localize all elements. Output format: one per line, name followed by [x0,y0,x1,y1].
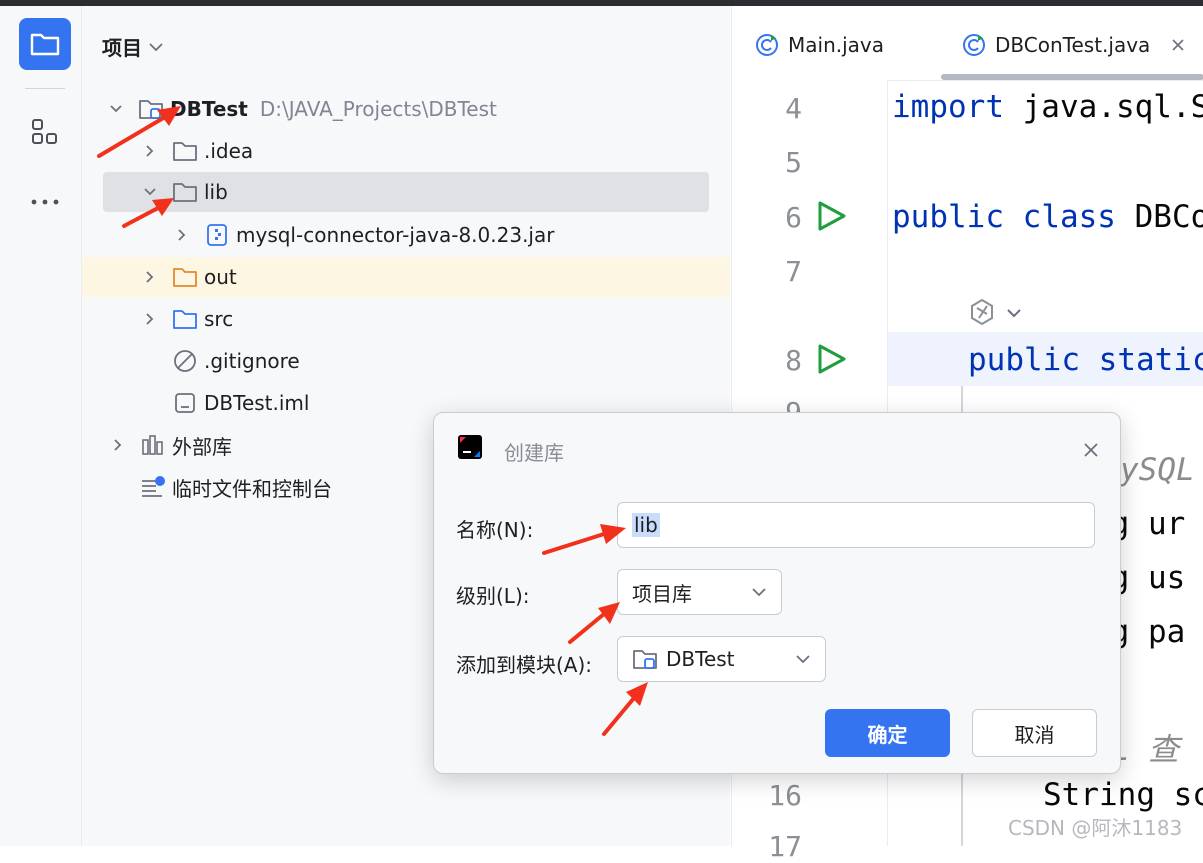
tree-item-label: mysql-connector-java-8.0.23.jar [236,223,555,247]
java-class-icon [756,34,778,56]
project-panel-title: 项目 [102,36,142,60]
intellij-logo-icon [458,435,482,459]
module-file-icon [172,390,198,416]
code-line: public class DBCo [892,199,1203,235]
close-icon[interactable] [1170,37,1186,53]
annotation-arrow [602,682,648,736]
tree-item-src[interactable]: src [82,299,788,339]
line-number: 7 [785,255,802,288]
active-tab-indicator [941,74,1203,80]
tree-item-label: DBTest.iml [204,391,310,415]
line-number: 8 [785,344,802,377]
code-line: public static [968,342,1203,378]
line-number: 16 [768,779,802,812]
chevron-down-icon [149,42,163,51]
tree-item-label: out [204,265,237,289]
jar-archive-icon [204,222,230,248]
line-number: 5 [785,146,802,179]
tree-item-label: lib [204,180,228,204]
line-number: 17 [768,830,802,863]
chevron-right-icon[interactable] [140,267,160,287]
tree-item-lib[interactable]: lib [103,172,709,212]
watermark: CSDN @阿沐1183 [1008,816,1183,840]
tree-item-jar[interactable]: mysql-connector-java-8.0.23.jar [82,215,820,255]
more-icon [31,199,59,205]
annotation-arrow [568,602,620,644]
tree-item-label: 外部库 [172,434,232,459]
annotation-arrow [122,198,174,228]
chevron-down-icon [752,588,766,597]
code-keyword: import [892,89,1004,125]
library-icon [140,432,166,458]
level-label: 级别(L): [456,584,530,608]
tab-main-java[interactable]: Main.java [754,28,884,62]
tree-item-gitignore[interactable]: .gitignore [82,341,820,381]
tree-item-label: .idea [204,139,254,163]
module-folder-icon [633,650,657,669]
code-comment: ySQL [1120,452,1195,488]
tab-label: Main.java [788,33,885,57]
tree-item-label: 临时文件和控制台 [172,476,332,501]
code-keyword: public [892,199,1004,235]
project-panel-header[interactable]: 项目 [102,32,164,61]
dialog-title: 创建库 [504,441,564,465]
code-keyword: public [968,342,1080,378]
level-dropdown[interactable]: 项目库 [617,569,782,615]
module-value: DBTest [666,647,735,671]
ok-button[interactable]: 确定 [825,709,950,757]
create-library-dialog: 创建库 名称(N): lib 级别(L): 项目库 添加到模块(A): DBTe… [433,412,1121,774]
folder-icon [30,33,60,56]
code-line: import java.sql.S [892,89,1203,125]
run-gutter-icon[interactable] [814,199,848,233]
project-tool-button[interactable] [19,18,71,70]
java-class-icon [963,34,985,56]
code-keyword: class [1022,199,1116,235]
chevron-right-icon[interactable] [108,435,128,455]
activity-bar [0,6,82,846]
tab-label: DBConTest.java [995,33,1151,57]
cancel-button[interactable]: 取消 [972,709,1097,757]
code-text: java.sql.S [1003,89,1203,125]
chevron-down-icon [796,655,810,664]
code-text: DBCo [1115,199,1203,235]
excluded-folder-icon [172,264,198,290]
annotation-arrow [97,106,181,158]
editor-tabs: Main.java DBConTest.java [732,6,1203,81]
code-line: String sc [1043,777,1203,813]
run-gutter-icon[interactable] [814,342,848,376]
structure-tool-button[interactable] [19,106,71,158]
library-name-value: lib [632,513,660,537]
chevron-right-icon[interactable] [140,309,160,329]
activity-separator [25,88,65,89]
tree-item-label: .gitignore [204,349,300,373]
module-label: 添加到模块(A): [456,653,593,677]
code-keyword: static [1098,342,1203,378]
name-label: 名称(N): [456,518,534,542]
ignored-file-icon [172,348,198,374]
structure-icon [32,119,57,144]
annotation-arrow [542,524,626,555]
source-folder-icon [172,306,198,332]
library-name-input[interactable]: lib [617,502,1095,548]
scratches-icon [140,474,166,500]
line-number: 6 [785,201,802,234]
more-tools-button[interactable] [19,176,71,228]
tab-dbcontest-java[interactable]: DBConTest.java [961,28,1186,62]
ai-assistant-icon[interactable] [968,296,1024,330]
line-number: 4 [785,92,802,125]
close-icon[interactable] [1082,437,1100,465]
tree-item-label: src [204,307,234,331]
level-value: 项目库 [632,581,692,606]
tree-item-out[interactable]: out [82,257,730,297]
tree-item-path: D:\JAVA_Projects\DBTest [259,97,497,121]
